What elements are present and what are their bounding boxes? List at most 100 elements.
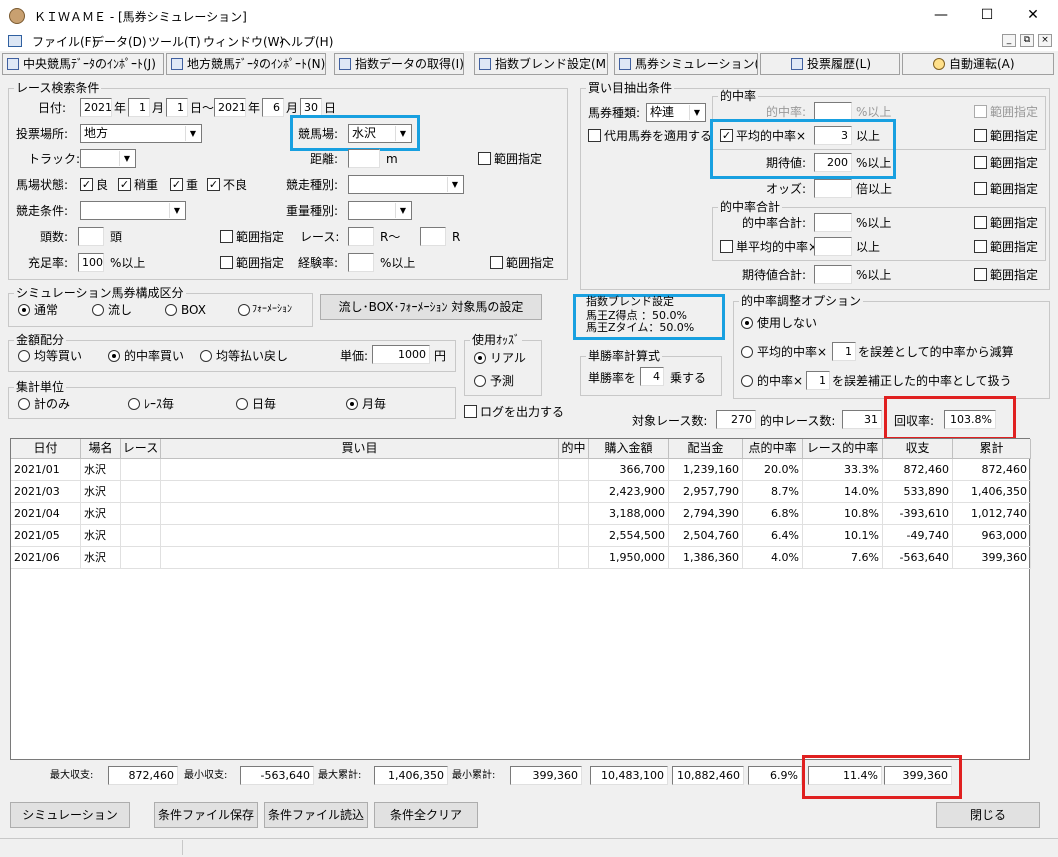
table-cell[interactable]: 10.1% — [803, 525, 883, 547]
venue-select[interactable]: 地方 ▼ — [80, 124, 202, 143]
adjust-subtract-field[interactable]: 1 — [832, 342, 856, 361]
unit-price-field[interactable]: 1000 — [372, 345, 430, 364]
table-cell[interactable]: 1,950,000 — [589, 547, 669, 569]
table-cell[interactable] — [121, 503, 161, 525]
to-year-field[interactable]: 2021 — [214, 98, 246, 117]
single-win-power-field[interactable]: 4 — [640, 367, 664, 386]
clear-conditions-button[interactable]: 条件全クリア — [374, 802, 478, 828]
mdi-close-button[interactable]: × — [1038, 34, 1052, 47]
table-cell[interactable]: 33.3% — [803, 459, 883, 481]
single-avg-field[interactable] — [814, 237, 852, 256]
bet-simulation-button[interactable]: 馬券シミュレーション(B) — [614, 53, 758, 75]
col-payout[interactable]: 配当金 — [669, 439, 743, 459]
menu-data[interactable]: データ(D) — [92, 33, 147, 50]
odds-real-radio[interactable] — [474, 352, 486, 364]
table-cell[interactable]: 1,239,160 — [669, 459, 743, 481]
distance-field[interactable] — [348, 149, 380, 168]
hit-total-range-checkbox[interactable] — [974, 216, 987, 229]
avg-hit-field[interactable]: 3 — [814, 126, 852, 145]
adjust-correct-radio[interactable] — [741, 375, 753, 387]
menu-file[interactable]: ファイル(F) — [32, 33, 96, 50]
table-cell[interactable]: 366,700 — [589, 459, 669, 481]
table-cell[interactable]: 6.8% — [743, 503, 803, 525]
table-cell[interactable]: 2021/04 — [11, 503, 81, 525]
bet-type-select[interactable]: 枠連 ▼ — [646, 103, 706, 122]
set-target-horses-button[interactable]: 流し･BOX･ﾌｫｰﾒｰｼｮﾝ 対象馬の設定 — [320, 294, 542, 320]
avg-hit-checkbox[interactable]: ✓ — [720, 129, 733, 142]
close-window-button[interactable]: ✕ — [1010, 0, 1056, 31]
table-cell[interactable] — [161, 459, 559, 481]
weight-kind-select[interactable]: ▼ — [348, 201, 412, 220]
from-day-field[interactable]: 1 — [166, 98, 188, 117]
table-cell[interactable]: 水沢 — [81, 525, 121, 547]
import-local-button[interactable]: 地方競馬ﾃﾞｰﾀのｲﾝﾎﾟｰﾄ(N) — [166, 53, 326, 75]
table-cell[interactable] — [121, 525, 161, 547]
exp-rate-field[interactable] — [348, 253, 374, 272]
table-cell[interactable]: 2021/03 — [11, 481, 81, 503]
table-cell[interactable]: 7.6% — [803, 547, 883, 569]
exp-total-range-checkbox[interactable] — [974, 268, 987, 281]
menu-tools[interactable]: ツール(T) — [148, 33, 201, 50]
agg-day-radio[interactable] — [236, 398, 248, 410]
menu-window[interactable]: ウィンドウ(W) — [203, 33, 284, 50]
table-cell[interactable]: 872,460 — [883, 459, 953, 481]
condition-slightly-heavy-checkbox[interactable]: ✓ — [118, 178, 131, 191]
exp-value-range-checkbox[interactable] — [974, 156, 987, 169]
hit-total-field[interactable] — [814, 213, 852, 232]
table-cell[interactable]: 1,012,740 — [953, 503, 1031, 525]
table-cell[interactable]: 963,000 — [953, 525, 1031, 547]
col-race[interactable]: レース — [121, 439, 161, 459]
race-cond-select[interactable]: ▼ — [80, 201, 186, 220]
table-cell[interactable] — [559, 503, 589, 525]
table-cell[interactable]: 4.0% — [743, 547, 803, 569]
table-cell[interactable]: 2,554,500 — [589, 525, 669, 547]
table-cell[interactable]: 872,460 — [953, 459, 1031, 481]
table-cell[interactable]: 2021/05 — [11, 525, 81, 547]
vote-history-button[interactable]: 投票履歴(L) — [760, 53, 900, 75]
mdi-minimize-button[interactable]: _ — [1002, 34, 1016, 47]
sim-nagashi-radio[interactable] — [92, 304, 104, 316]
simulate-button[interactable]: シミュレーション — [10, 802, 130, 828]
heads-field[interactable] — [78, 227, 104, 246]
results-table[interactable]: 日付 場名 レース 買い目 的中 購入金額 配当金 点的中率 レース的中率 収支… — [10, 438, 1031, 760]
col-venue[interactable]: 場名 — [81, 439, 121, 459]
col-purchase[interactable]: 購入金額 — [589, 439, 669, 459]
money-payout-radio[interactable] — [200, 350, 212, 362]
race-from-field[interactable] — [348, 227, 374, 246]
exp-range-checkbox[interactable] — [490, 256, 503, 269]
from-month-field[interactable]: 1 — [128, 98, 150, 117]
table-cell[interactable]: 2,957,790 — [669, 481, 743, 503]
sim-normal-radio[interactable] — [18, 304, 30, 316]
from-year-field[interactable]: 2021 — [80, 98, 112, 117]
table-cell[interactable]: 8.7% — [743, 481, 803, 503]
log-output-checkbox[interactable] — [464, 405, 477, 418]
col-race-hit[interactable]: レース的中率 — [803, 439, 883, 459]
col-balance[interactable]: 収支 — [883, 439, 953, 459]
close-button[interactable]: 閉じる — [936, 802, 1040, 828]
exp-total-field[interactable] — [814, 265, 852, 284]
table-cell[interactable]: 14.0% — [803, 481, 883, 503]
hit-rate-range-checkbox[interactable] — [974, 105, 987, 118]
odds-range-checkbox[interactable] — [974, 182, 987, 195]
heads-range-checkbox[interactable] — [220, 230, 233, 243]
sim-box-radio[interactable] — [165, 304, 177, 316]
maximize-button[interactable]: ☐ — [964, 0, 1010, 31]
table-cell[interactable] — [161, 547, 559, 569]
index-blend-button[interactable]: 指数ブレンド設定(M) — [474, 53, 608, 75]
table-cell[interactable]: 20.0% — [743, 459, 803, 481]
adjust-correct-field[interactable]: 1 — [806, 371, 830, 390]
odds-forecast-radio[interactable] — [474, 375, 486, 387]
table-cell[interactable]: -49,740 — [883, 525, 953, 547]
table-cell[interactable] — [559, 525, 589, 547]
col-cumulative[interactable]: 累計 — [953, 439, 1031, 459]
sim-formation-radio[interactable] — [238, 304, 250, 316]
avg-range-checkbox[interactable] — [974, 129, 987, 142]
table-cell[interactable]: 水沢 — [81, 459, 121, 481]
table-cell[interactable] — [559, 547, 589, 569]
load-conditions-button[interactable]: 条件ファイル読込 — [264, 802, 368, 828]
table-cell[interactable]: 水沢 — [81, 481, 121, 503]
minimize-button[interactable]: — — [918, 0, 964, 31]
agg-month-radio[interactable] — [346, 398, 358, 410]
table-cell[interactable]: 3,188,000 — [589, 503, 669, 525]
table-cell[interactable]: -563,640 — [883, 547, 953, 569]
